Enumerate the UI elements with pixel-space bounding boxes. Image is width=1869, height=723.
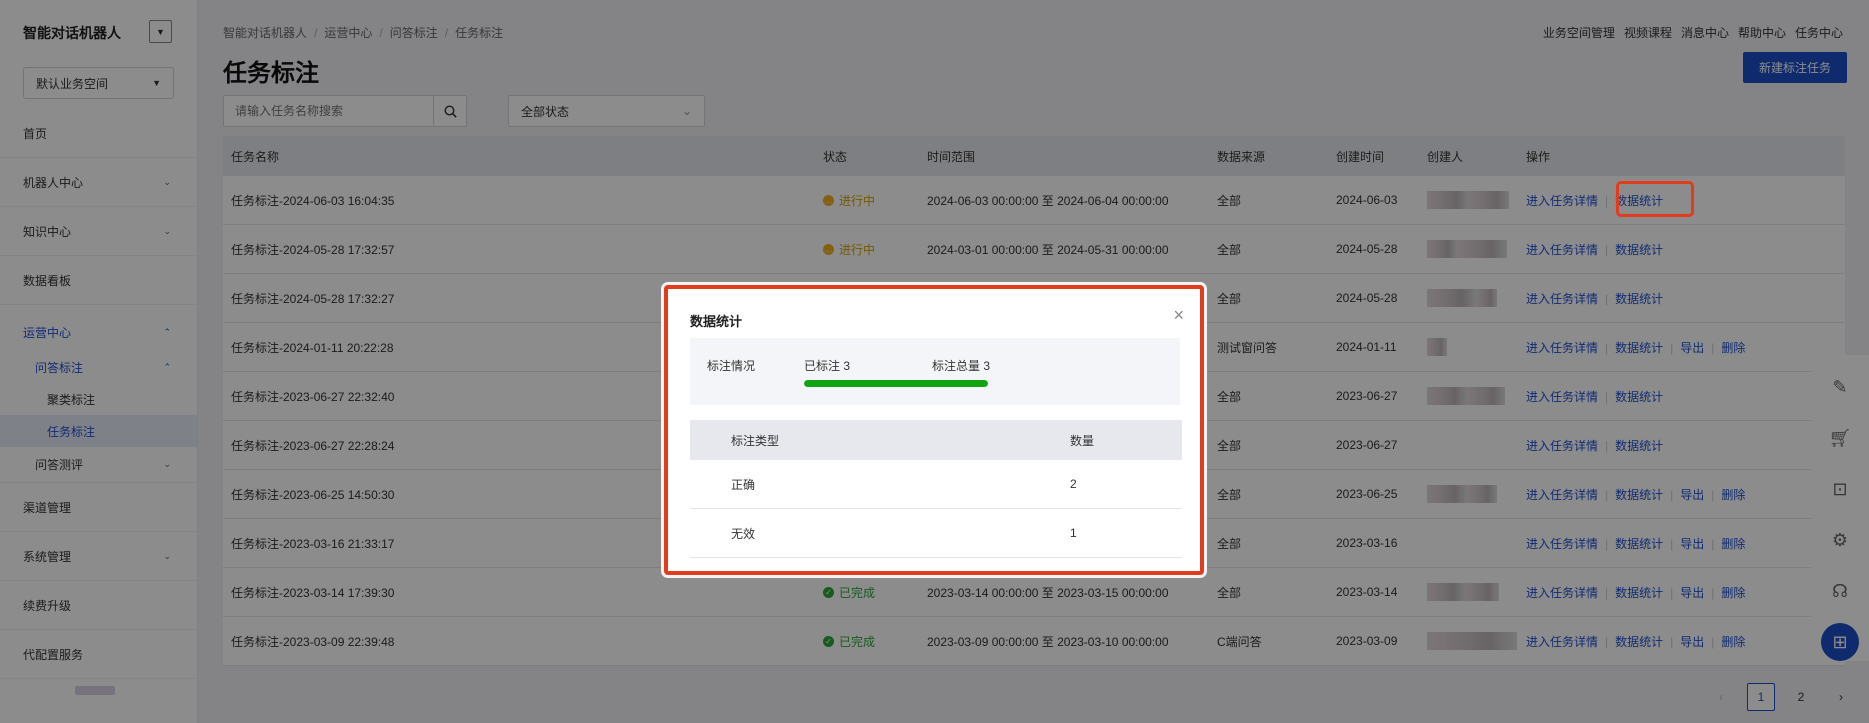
annotated-count: 已标注 3: [804, 359, 851, 373]
progress-bar: [804, 380, 988, 387]
column-header: 数量: [1070, 433, 1095, 448]
close-icon[interactable]: ×: [1173, 305, 1184, 326]
table-row: 正确 2: [690, 460, 1182, 509]
table-row: 无效 1: [690, 509, 1182, 558]
progress-fill: [804, 380, 988, 387]
annotation-summary: 标注情况 已标注 3 标注总量 3: [690, 338, 1180, 405]
data-stats-dialog: 数据统计 × 标注情况 已标注 3 标注总量 3 标注类型 数量 正确 2 无效…: [664, 285, 1204, 575]
annotation-type: 无效: [731, 526, 756, 541]
highlight-annotation: [1616, 181, 1694, 217]
summary-label: 标注情况: [707, 359, 756, 373]
dialog-title: 数据统计: [690, 314, 743, 329]
annotation-count: 1: [1070, 526, 1077, 540]
annotation-count: 2: [1070, 477, 1077, 491]
annotation-type: 正确: [731, 477, 756, 492]
column-header: 标注类型: [731, 433, 780, 448]
table-header: 标注类型 数量: [690, 420, 1182, 460]
total-count: 标注总量 3: [932, 359, 991, 373]
stats-table: 标注类型 数量 正确 2 无效 1: [690, 420, 1182, 558]
